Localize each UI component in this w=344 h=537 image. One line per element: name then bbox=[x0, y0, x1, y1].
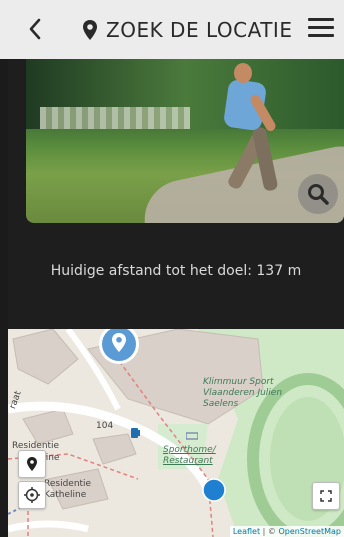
photo-fence bbox=[40, 107, 190, 129]
target-location-marker[interactable] bbox=[98, 329, 140, 365]
crosshair-locate-icon bbox=[24, 487, 40, 503]
house-number-label: 104 bbox=[96, 421, 114, 431]
location-pin-icon bbox=[83, 20, 97, 40]
back-button[interactable] bbox=[22, 14, 50, 44]
menu-line bbox=[308, 26, 334, 29]
map-view[interactable]: Klimmuur Sport Vlaanderen Julien Saelens… bbox=[8, 329, 344, 537]
menu-line bbox=[308, 34, 334, 37]
magnifier-icon bbox=[308, 184, 329, 205]
fullscreen-button[interactable] bbox=[312, 482, 340, 510]
fullscreen-icon bbox=[320, 490, 332, 502]
map-marker-icon bbox=[27, 457, 37, 471]
menu-button[interactable] bbox=[308, 18, 334, 40]
show-target-button[interactable] bbox=[18, 450, 46, 478]
fuel-icon bbox=[131, 428, 140, 438]
restaurant-icon bbox=[186, 432, 198, 440]
osm-link[interactable]: OpenStreetMap bbox=[278, 527, 341, 536]
poi-label-klimmuur: Klimmuur Sport Vlaanderen Julien Saelens bbox=[203, 377, 283, 409]
clue-photo bbox=[26, 59, 344, 223]
poi-label-restaurant: Sporthome/ Restaurant bbox=[163, 445, 216, 466]
runner-head bbox=[234, 63, 252, 83]
app-header: ZOEK DE LOCATIE bbox=[0, 0, 344, 59]
map-tiles bbox=[8, 329, 344, 537]
residentie-katheline-label: Residentie bbox=[44, 479, 92, 489]
menu-line bbox=[308, 18, 334, 21]
locate-me-button[interactable] bbox=[18, 481, 46, 509]
page-title: ZOEK DE LOCATIE bbox=[106, 18, 293, 42]
clue-panel: Huidige afstand tot het doel: 137 m bbox=[8, 59, 344, 329]
residentie-katheline-label-line2: Katheline bbox=[44, 490, 87, 500]
chevron-left-icon bbox=[29, 18, 41, 40]
map-attribution: Leaflet | © OpenStreetMap bbox=[229, 526, 344, 537]
distance-text: Huidige afstand tot het doel: 137 m bbox=[50, 263, 302, 279]
leaflet-link[interactable]: Leaflet bbox=[233, 527, 260, 536]
user-location-dot bbox=[202, 478, 226, 502]
page-title-group: ZOEK DE LOCATIE bbox=[82, 14, 292, 46]
zoom-photo-button[interactable] bbox=[298, 174, 338, 214]
attribution-separator: | © bbox=[260, 527, 279, 536]
